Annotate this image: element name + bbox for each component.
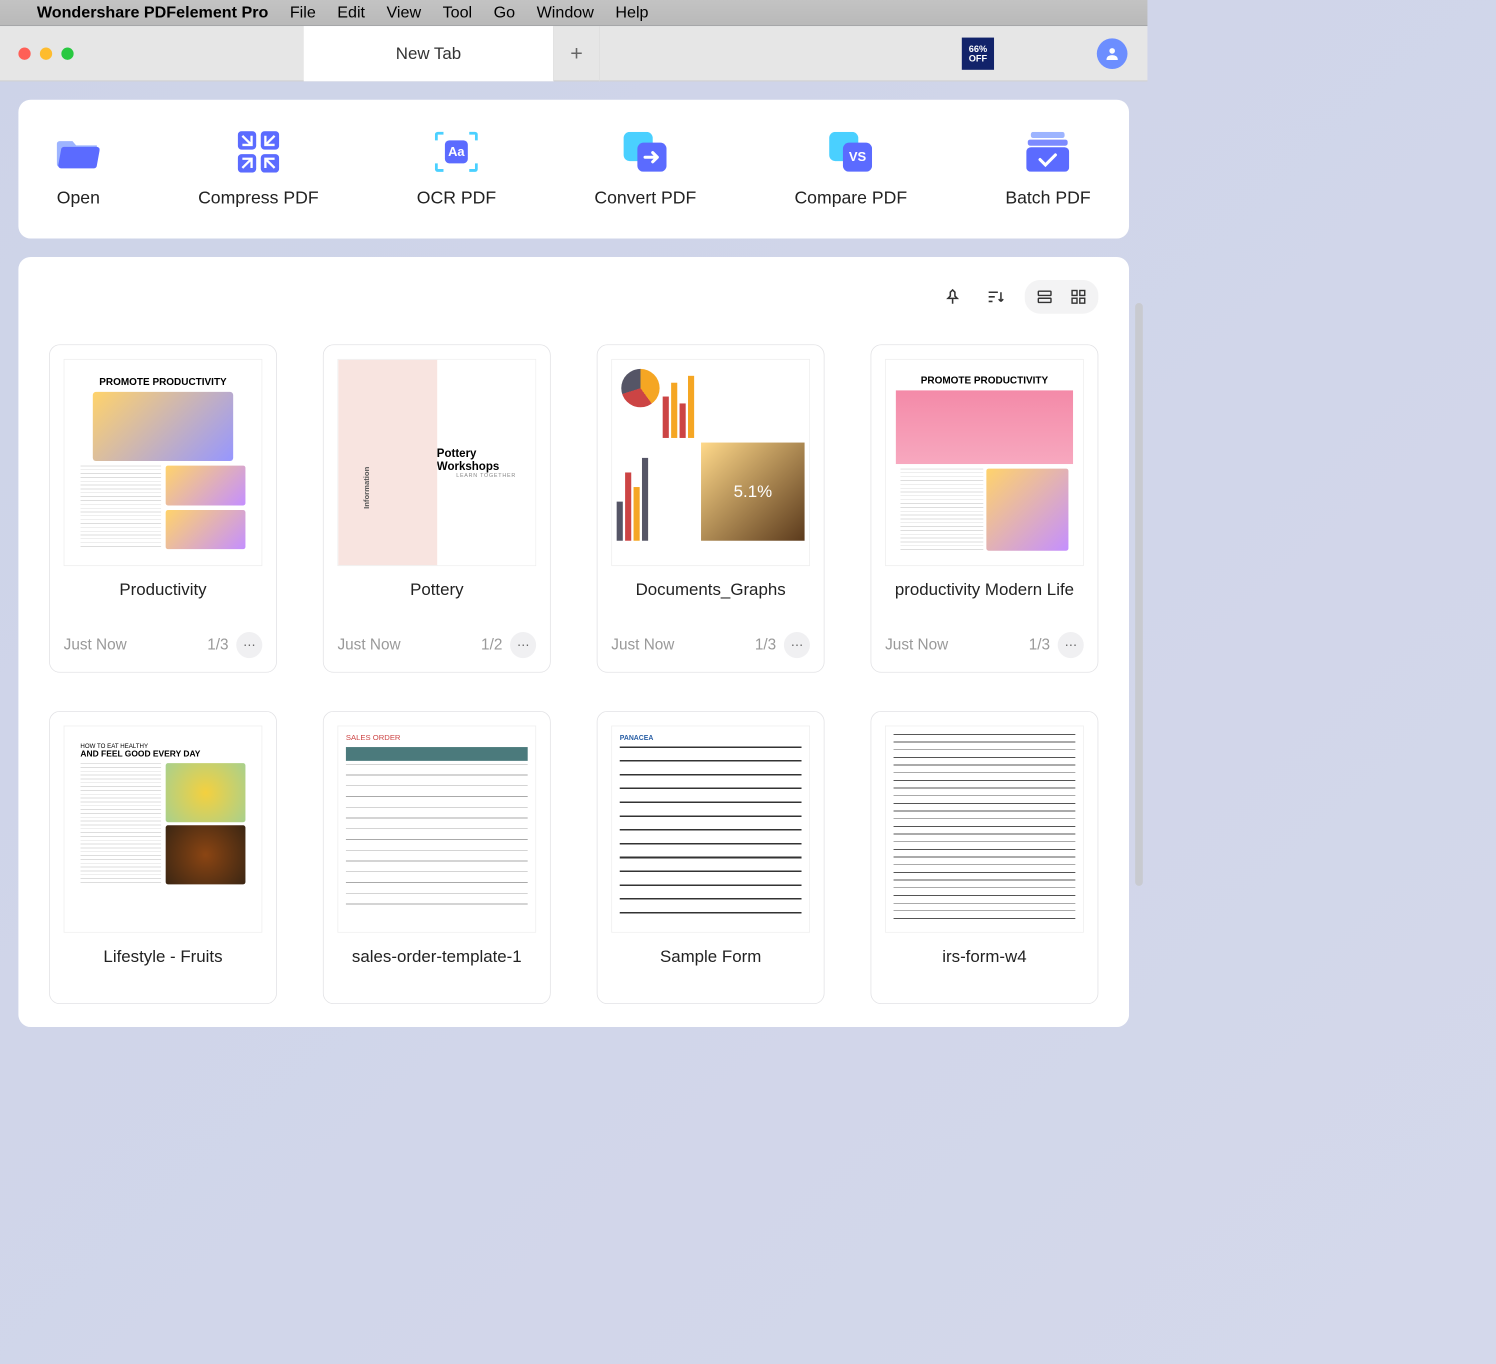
file-more-button[interactable]: ⋯ — [510, 632, 536, 658]
file-thumbnail: SALES ORDER — [337, 726, 536, 933]
file-card[interactable]: PROMOTE PRODUCTIVITY Productivity Just N… — [49, 344, 277, 672]
action-label: Compare PDF — [794, 187, 907, 208]
file-thumbnail — [885, 726, 1084, 933]
file-card[interactable]: SALES ORDER sales-order-template-1 — [323, 711, 551, 1004]
action-label: Open — [57, 187, 100, 208]
file-time: Just Now — [337, 636, 400, 654]
thumb-title: Pottery Workshops — [437, 447, 536, 473]
list-icon — [1036, 288, 1053, 305]
tab-label: New Tab — [396, 43, 461, 63]
menu-help[interactable]: Help — [615, 3, 648, 21]
file-thumbnail: 5.1% — [611, 359, 810, 566]
compare-icon: VS — [829, 130, 872, 173]
menu-go[interactable]: Go — [494, 3, 515, 21]
recent-files-panel: PROMOTE PRODUCTIVITY Productivity Just N… — [18, 257, 1129, 1027]
action-compress[interactable]: Compress PDF — [198, 130, 319, 207]
macos-menubar: Wondershare PDFelement Pro File Edit Vie… — [0, 0, 1147, 26]
batch-icon — [1027, 130, 1070, 173]
file-name: Lifestyle - Fruits — [103, 946, 222, 989]
svg-text:VS: VS — [849, 149, 867, 164]
action-label: Compress PDF — [198, 187, 319, 208]
file-name: productivity Modern Life — [895, 580, 1074, 623]
window-tabbar: New Tab + 66% OFF — [0, 26, 1147, 81]
open-folder-icon — [57, 130, 100, 173]
file-thumbnail: Pottery Workshops LEARN TOGETHER — [337, 359, 536, 566]
pin-icon — [943, 288, 961, 306]
menu-file[interactable]: File — [290, 3, 316, 21]
file-thumbnail: HOW TO EAT HEALTHY AND FEEL GOOD EVERY D… — [64, 726, 263, 933]
file-thumbnail: PANACEA — [611, 726, 810, 933]
action-batch[interactable]: Batch PDF — [1005, 130, 1090, 207]
file-card[interactable]: Pottery Workshops LEARN TOGETHER Pottery… — [323, 344, 551, 672]
menu-edit[interactable]: Edit — [337, 3, 365, 21]
file-name: Productivity — [119, 580, 206, 623]
compress-icon — [237, 130, 280, 173]
file-pages: 1/3 — [755, 636, 776, 654]
file-thumbnail: PROMOTE PRODUCTIVITY — [885, 359, 1084, 566]
thumb-title: PROMOTE PRODUCTIVITY — [80, 376, 245, 388]
file-name: sales-order-template-1 — [352, 946, 522, 989]
action-convert[interactable]: Convert PDF — [594, 130, 696, 207]
menu-view[interactable]: View — [386, 3, 421, 21]
action-label: Convert PDF — [594, 187, 696, 208]
file-more-button[interactable]: ⋯ — [236, 632, 262, 658]
file-thumbnail: PROMOTE PRODUCTIVITY — [64, 359, 263, 566]
file-pages: 1/3 — [207, 636, 228, 654]
grid-icon — [1070, 288, 1087, 305]
window-controls — [0, 47, 74, 59]
scrollbar[interactable] — [1135, 303, 1143, 886]
minimize-window-button[interactable] — [40, 47, 52, 59]
action-label: OCR PDF — [417, 187, 496, 208]
file-card[interactable]: 5.1% Documents_Graphs Just Now 1/3 ⋯ — [597, 344, 825, 672]
person-icon — [1104, 45, 1121, 62]
file-name: Pottery — [410, 580, 463, 623]
thumb-title: SALES ORDER — [346, 734, 528, 742]
menu-tool[interactable]: Tool — [443, 3, 473, 21]
file-name: Documents_Graphs — [636, 580, 786, 623]
file-time: Just Now — [611, 636, 674, 654]
file-card[interactable]: irs-form-w4 — [871, 711, 1099, 1004]
maximize-window-button[interactable] — [61, 47, 73, 59]
sort-button[interactable] — [982, 283, 1010, 311]
ocr-icon: Aa — [435, 130, 478, 173]
file-pages: 1/2 — [481, 636, 502, 654]
grid-view-button[interactable] — [1062, 283, 1096, 311]
pin-button[interactable] — [939, 283, 967, 311]
user-avatar-button[interactable] — [1097, 38, 1128, 69]
file-pages: 1/3 — [1029, 636, 1050, 654]
action-label: Batch PDF — [1005, 187, 1090, 208]
file-name: irs-form-w4 — [942, 946, 1026, 989]
thumb-title: PROMOTE PRODUCTIVITY — [896, 375, 1073, 387]
files-grid: PROMOTE PRODUCTIVITY Productivity Just N… — [49, 344, 1098, 1004]
action-compare[interactable]: VS Compare PDF — [794, 130, 907, 207]
file-more-button[interactable]: ⋯ — [784, 632, 810, 658]
promo-badge[interactable]: 66% OFF — [962, 37, 994, 69]
menu-window[interactable]: Window — [537, 3, 594, 21]
add-tab-button[interactable]: + — [554, 26, 600, 81]
tab-new[interactable]: New Tab — [304, 26, 554, 81]
close-window-button[interactable] — [18, 47, 30, 59]
action-open[interactable]: Open — [57, 130, 100, 207]
file-card[interactable]: HOW TO EAT HEALTHY AND FEEL GOOD EVERY D… — [49, 711, 277, 1004]
file-time: Just Now — [885, 636, 948, 654]
thumb-percent: 5.1% — [734, 482, 772, 502]
file-time: Just Now — [64, 636, 127, 654]
app-name[interactable]: Wondershare PDFelement Pro — [37, 3, 269, 21]
view-toggle — [1025, 280, 1099, 314]
list-view-button[interactable] — [1028, 283, 1062, 311]
convert-icon — [624, 130, 667, 173]
file-card[interactable]: PANACEA Sample Form — [597, 711, 825, 1004]
thumb-title: HOW TO EAT HEALTHY — [80, 743, 245, 750]
action-ocr[interactable]: Aa OCR PDF — [417, 130, 496, 207]
thumb-title: PANACEA — [620, 734, 802, 742]
thumb-subtitle: LEARN TOGETHER — [456, 473, 516, 478]
file-more-button[interactable]: ⋯ — [1058, 632, 1084, 658]
thumb-subtitle: AND FEEL GOOD EVERY DAY — [80, 750, 245, 759]
file-card[interactable]: PROMOTE PRODUCTIVITY productivity Modern… — [871, 344, 1099, 672]
files-toolbar — [49, 280, 1098, 314]
file-name: Sample Form — [660, 946, 761, 989]
sort-icon — [986, 288, 1004, 306]
svg-text:Aa: Aa — [448, 144, 465, 159]
quick-actions-panel: Open Compress PDF Aa OCR PDF Convert PDF… — [18, 100, 1129, 239]
